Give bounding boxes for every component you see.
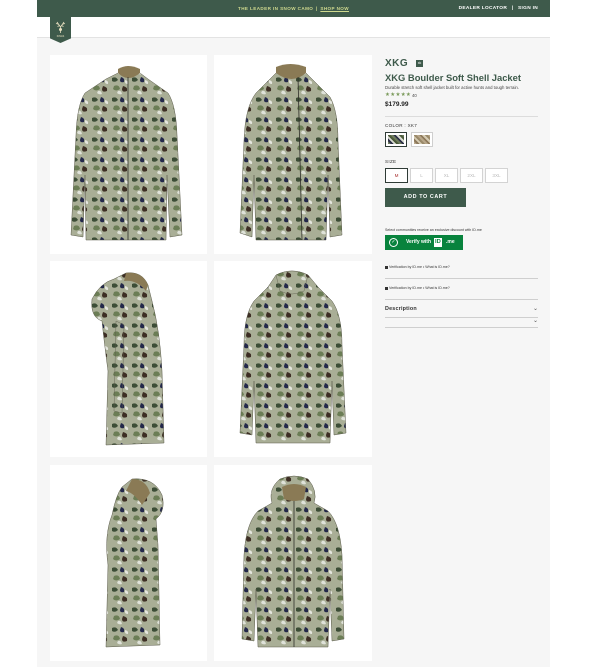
divider	[385, 116, 538, 117]
idme-discount-note: Select communities receive an exclusive …	[385, 228, 482, 232]
brand-mark-icon: xk	[416, 60, 423, 67]
gallery-image-2[interactable]	[214, 55, 372, 254]
gallery-image-3[interactable]	[50, 261, 207, 457]
idme-logo-suffix: .me	[446, 239, 455, 245]
size-option-l[interactable]: L	[410, 168, 433, 183]
verification-line-1: Verification by ID.me • What is ID.me?	[385, 265, 450, 269]
verify-idme-button[interactable]: ✓ Verify with ID .me	[385, 235, 463, 250]
add-to-cart-button[interactable]: ADD TO CART	[385, 188, 466, 207]
swatch-fill	[414, 135, 430, 144]
verification-line-2: Verification by ID.me • What is ID.me?	[385, 286, 450, 290]
logo-wordmark: KINGS	[56, 35, 65, 38]
utility-links: DEALER LOCATOR | SIGN IN	[456, 0, 538, 17]
product-title: XKG Boulder Soft Shell Jacket	[385, 72, 521, 83]
jacket-front-hood-up-view	[241, 475, 345, 648]
divider	[385, 317, 538, 318]
verify-label: Verify with	[406, 239, 432, 245]
verification-text-2[interactable]: Verification by ID.me • What is ID.me?	[389, 286, 450, 290]
jacket-back-view	[239, 270, 347, 444]
idme-logo: ID	[434, 238, 442, 247]
swatch-fill	[388, 135, 404, 144]
page: THE LEADER IN SNOW CAMO | SHOP NOW DEALE…	[37, 0, 550, 667]
verification-text-1[interactable]: Verification by ID.me • What is ID.me?	[389, 265, 450, 269]
lock-icon	[385, 286, 388, 290]
promo-separator: |	[315, 6, 318, 11]
divider	[385, 278, 538, 279]
site-logo[interactable]: KINGS	[50, 17, 71, 43]
jacket-side-hood-up-view	[105, 478, 164, 648]
dealer-locator-link[interactable]: DEALER LOCATOR	[456, 6, 508, 11]
utility-separator: |	[511, 6, 514, 11]
size-option-xl[interactable]: XL	[435, 168, 458, 183]
size-option-2xl[interactable]: 2XL	[460, 168, 483, 183]
chevron-down-icon: ⌄	[532, 306, 538, 312]
jacket-front-three-quarter-view	[239, 64, 343, 241]
product-price: $179.99	[385, 101, 409, 108]
sign-in-link[interactable]: SIGN IN	[515, 6, 538, 11]
jacket-left-side-view	[91, 272, 165, 446]
promo-text: THE LEADER IN SNOW CAMO	[237, 6, 314, 11]
lock-icon	[385, 265, 388, 269]
elk-antler-icon	[55, 21, 66, 33]
chevron-down-icon: ⌄	[532, 318, 538, 324]
top-announcement-bar: THE LEADER IN SNOW CAMO | SHOP NOW DEALE…	[37, 0, 550, 17]
gallery-image-4[interactable]	[214, 261, 372, 457]
size-option-m[interactable]: M	[385, 168, 408, 183]
size-option-3xl[interactable]: 3XL	[485, 168, 508, 183]
color-swatch-xk7[interactable]	[385, 132, 407, 147]
description-accordion-title: Description	[385, 306, 417, 312]
color-label: COLOR : XK7	[385, 123, 418, 128]
gallery-image-5[interactable]	[50, 465, 207, 661]
review-count[interactable]: 40	[412, 93, 417, 98]
rating-stars[interactable]: ★★★★★	[385, 92, 411, 98]
gallery-image-6[interactable]	[214, 465, 372, 661]
color-swatch-desert[interactable]	[411, 132, 433, 147]
gallery-image-1[interactable]	[50, 55, 207, 254]
product-description: Durable stretch soft shell jacket built …	[385, 85, 519, 90]
divider	[385, 299, 538, 300]
divider	[385, 327, 538, 328]
main-nav	[37, 17, 550, 38]
jacket-front-view	[70, 66, 183, 241]
check-circle-icon: ✓	[389, 238, 398, 247]
shop-now-link[interactable]: SHOP NOW	[320, 6, 349, 11]
size-label: SIZE	[385, 159, 397, 164]
brand-logo[interactable]: XKG	[385, 58, 408, 69]
